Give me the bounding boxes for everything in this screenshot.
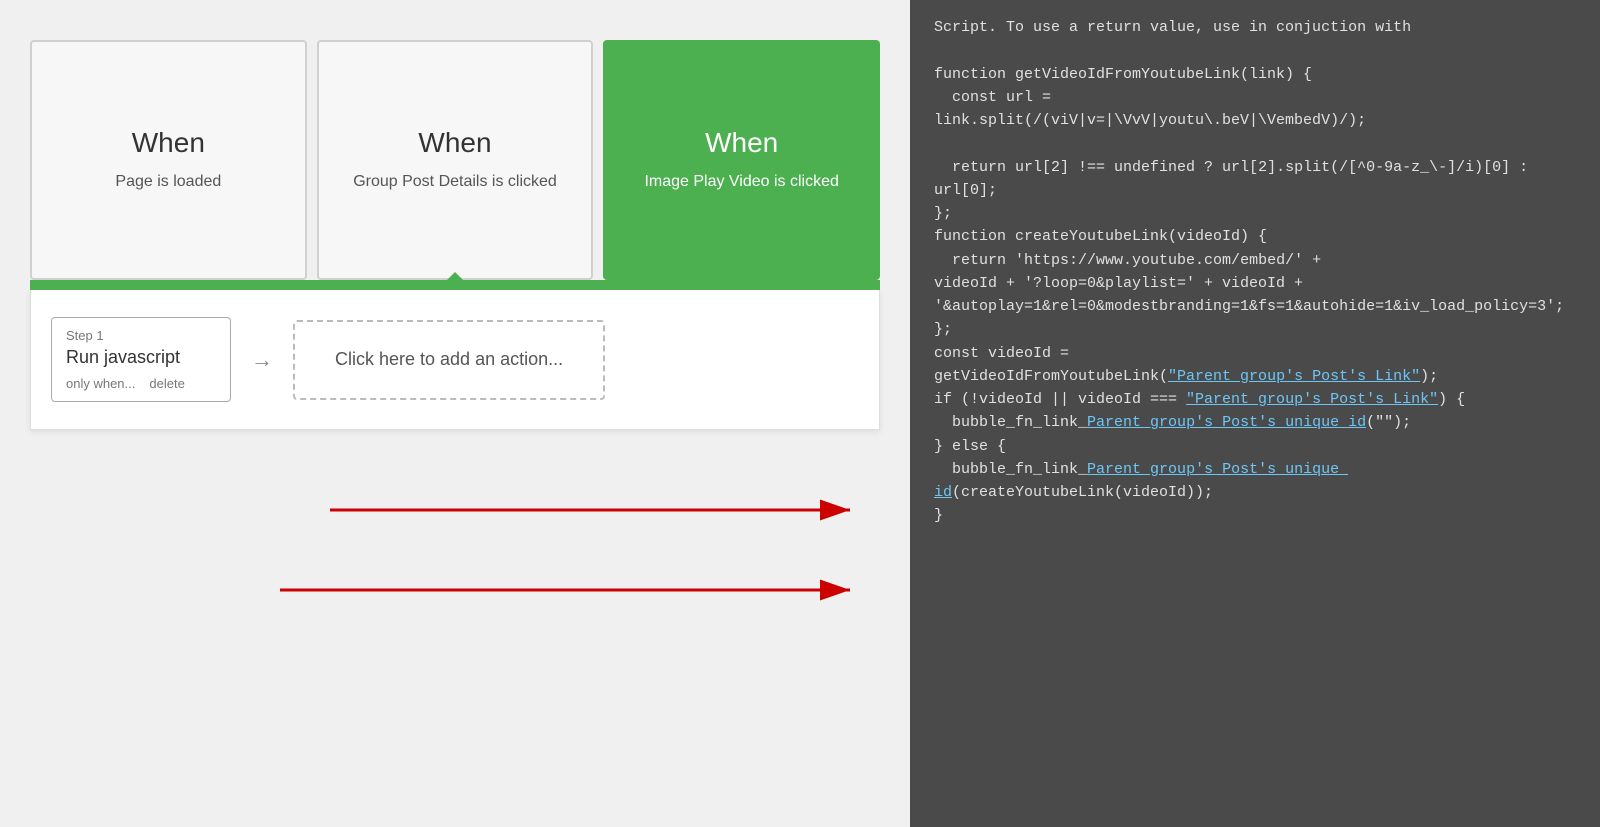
delete-link[interactable]: delete: [149, 376, 184, 391]
code-blue-4: Parent group's Post's unique id: [934, 461, 1348, 501]
code-line-13: if (!videoId || videoId === "Parent grou…: [934, 388, 1576, 411]
step-arrow-icon: →: [251, 347, 273, 373]
when-card-group-post[interactable]: When Group Post Details is clicked: [317, 40, 594, 280]
action-area: Step 1 Run javascript only when... delet…: [30, 290, 880, 430]
when-card-title-2: When: [418, 127, 491, 159]
step-name: Run javascript: [66, 347, 216, 368]
when-card-page-loaded[interactable]: When Page is loaded: [30, 40, 307, 280]
step-actions: only when... delete: [66, 376, 216, 391]
code-line-16: bubble_fn_link_Parent group's Post's uni…: [934, 458, 1576, 505]
code-line-6: function createYoutubeLink(videoId) {: [934, 225, 1576, 248]
code-line-1: function getVideoIdFromYoutubeLink(link)…: [934, 63, 1576, 86]
code-line-9: '&autoplay=1&rel=0&modestbranding=1&fs=1…: [934, 295, 1576, 318]
code-blue-2: "Parent group's Post's Link": [1186, 391, 1438, 408]
when-card-title-3: When: [705, 127, 778, 159]
code-blue-1: "Parent group's Post's Link": [1168, 368, 1420, 385]
red-arrows-area: [30, 450, 880, 650]
when-card-subtitle-3: Image Play Video is clicked: [644, 171, 838, 193]
when-card-title-1: When: [132, 127, 205, 159]
code-line-14: bubble_fn_link_Parent group's Post's uni…: [934, 411, 1576, 434]
when-card-image-play[interactable]: When Image Play Video is clicked: [603, 40, 880, 280]
when-cards-row: When Page is loaded When Group Post Deta…: [0, 0, 910, 280]
step-label: Step 1: [66, 328, 216, 343]
when-card-subtitle-1: Page is loaded: [115, 171, 221, 193]
code-intro: Script. To use a return value, use in co…: [934, 16, 1576, 39]
when-card-subtitle-2: Group Post Details is clicked: [353, 171, 557, 193]
code-line-4: return url[2] !== undefined ? url[2].spl…: [934, 156, 1576, 203]
red-arrows-svg: [30, 450, 880, 650]
code-line-3: link.split(/(viV|v=|\VvV|youtu\.beV|\Vem…: [934, 109, 1576, 156]
right-panel: Script. To use a return value, use in co…: [910, 0, 1600, 827]
code-line-2: const url =: [934, 86, 1576, 109]
code-blue-3: Parent group's Post's unique id: [1087, 414, 1366, 431]
code-line-10: };: [934, 318, 1576, 341]
left-panel: When Page is loaded When Group Post Deta…: [0, 0, 910, 827]
code-line-15: } else {: [934, 435, 1576, 458]
only-when-link[interactable]: only when...: [66, 376, 135, 391]
code-line-11: const videoId =: [934, 342, 1576, 365]
code-line-17: }: [934, 504, 1576, 527]
code-line-7: return 'https://www.youtube.com/embed/' …: [934, 249, 1576, 272]
step-box[interactable]: Step 1 Run javascript only when... delet…: [51, 317, 231, 402]
green-separator: [30, 280, 880, 290]
code-line-12: getVideoIdFromYoutubeLink("Parent group'…: [934, 365, 1576, 388]
code-line-8: videoId + '?loop=0&playlist=' + videoId …: [934, 272, 1576, 295]
add-action-box[interactable]: Click here to add an action...: [293, 320, 605, 400]
code-line-5: };: [934, 202, 1576, 225]
